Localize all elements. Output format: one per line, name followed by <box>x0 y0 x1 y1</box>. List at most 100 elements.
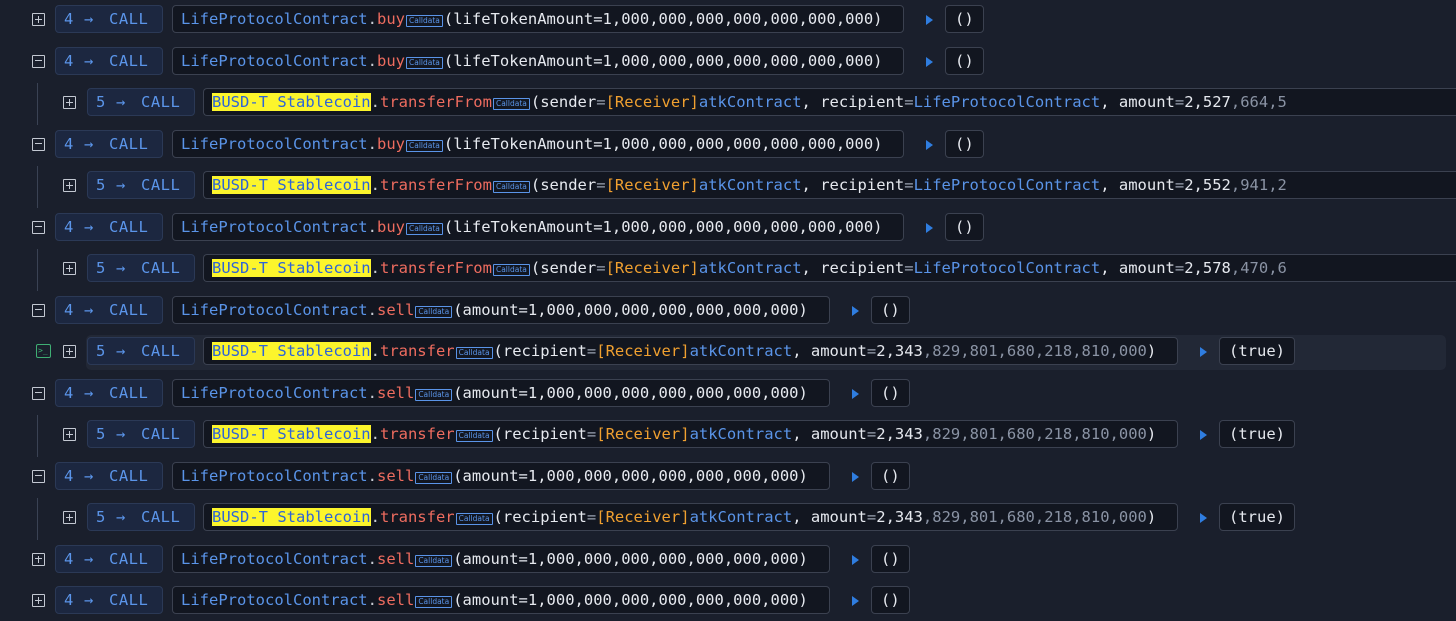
contract-name[interactable]: LifeProtocolContract <box>181 218 368 236</box>
call-signature[interactable]: BUSD-T Stablecoin.transfer Calldata (recip… <box>203 420 1178 448</box>
method-name[interactable]: buy <box>377 10 405 28</box>
address-name[interactable]: LifeProtocolContract <box>914 176 1101 194</box>
minus-square-icon[interactable] <box>32 220 45 234</box>
trace-row-internal-call[interactable]: 5 → CALL BUSD-T Stablecoin.transferFrom Call… <box>0 166 1456 208</box>
trace-row-call[interactable]: 4 → CALL LifeProtocolContract.sell Calldata(… <box>0 291 1456 333</box>
address-name[interactable]: atkContract <box>699 93 802 111</box>
call-signature[interactable]: LifeProtocolContract.buy Calldata (lifeTok… <box>172 5 904 33</box>
method-name[interactable]: sell <box>377 550 414 568</box>
contract-name[interactable]: LifeProtocolContract <box>181 301 368 319</box>
contract-name[interactable]: BUSD-T Stablecoin <box>212 425 371 443</box>
method-name[interactable]: buy <box>377 135 405 153</box>
calldata-badge-icon[interactable]: Calldata <box>405 139 443 152</box>
trace-row-internal-call[interactable]: 5 → CALL BUSD-T Stablecoin.transferFrom Call… <box>0 249 1456 291</box>
minus-square-icon[interactable] <box>32 303 45 317</box>
return-value[interactable]: () <box>871 295 910 324</box>
return-value[interactable]: (true) <box>1219 337 1295 365</box>
contract-name[interactable]: BUSD-T Stablecoin <box>212 259 371 277</box>
address-name[interactable]: atkContract <box>690 425 793 443</box>
call-signature[interactable]: LifeProtocolContract.sell Calldata (amount… <box>172 586 830 614</box>
calldata-badge-icon[interactable]: Calldata <box>415 554 453 567</box>
calldata-badge-icon[interactable]: Calldata <box>455 347 493 359</box>
trace-row-call[interactable]: 4 → CALL LifeProtocolContract.sell Calldata(… <box>0 374 1456 416</box>
plus-square-icon[interactable] <box>32 552 45 566</box>
calldata-badge-icon[interactable]: Calldata <box>415 471 453 484</box>
contract-name[interactable]: BUSD-T Stablecoin <box>212 176 371 194</box>
contract-name[interactable]: BUSD-T Stablecoin <box>212 93 371 111</box>
caret-right-icon[interactable] <box>926 56 933 67</box>
return-value[interactable]: () <box>945 212 984 241</box>
trace-row-internal-call[interactable]: 5 → CALL BUSD-T Stablecoin.transfer Calldata… <box>0 498 1456 540</box>
caret-right-icon[interactable] <box>852 554 859 565</box>
trace-row-call[interactable]: 4 → CALL LifeProtocolContract.buy Calldata (l… <box>0 0 1456 42</box>
call-signature[interactable]: LifeProtocolContract.buy Calldata (lifeTok… <box>172 46 904 75</box>
trace-row-call[interactable]: 4 → CALL LifeProtocolContract.buy Calldata (l… <box>0 42 1456 84</box>
return-value[interactable]: () <box>871 378 910 407</box>
contract-name[interactable]: LifeProtocolContract <box>181 135 368 153</box>
method-name[interactable]: buy <box>377 52 405 70</box>
return-value[interactable]: () <box>945 5 984 33</box>
address-name[interactable]: LifeProtocolContract <box>914 259 1101 277</box>
trace-row-call[interactable]: 4 → CALL LifeProtocolContract.buy Calldata (l… <box>0 125 1456 167</box>
calldata-badge-icon[interactable]: Calldata <box>415 305 453 318</box>
console-icon[interactable]: >_ <box>36 344 51 358</box>
calldata-badge-icon[interactable]: Calldata <box>492 181 530 193</box>
method-name[interactable]: transfer <box>380 342 455 360</box>
plus-square-icon[interactable] <box>63 428 76 441</box>
trace-row-internal-call[interactable]: 5 → CALL BUSD-T Stablecoin.transfer Calldata… <box>0 415 1456 457</box>
trace-row-internal-call[interactable]: >_ 5 → CALL BUSD-T Stablecoin.transfer Callda… <box>0 332 1456 374</box>
caret-right-icon[interactable] <box>926 222 933 233</box>
caret-right-icon[interactable] <box>926 15 933 25</box>
calldata-badge-icon[interactable]: Calldata <box>492 98 530 110</box>
method-name[interactable]: sell <box>377 384 414 402</box>
contract-name[interactable]: LifeProtocolContract <box>181 591 368 609</box>
plus-square-icon[interactable] <box>32 594 45 607</box>
plus-square-icon[interactable] <box>32 13 45 26</box>
calldata-badge-icon[interactable]: Calldata <box>455 513 493 525</box>
address-name[interactable]: atkContract <box>699 176 802 194</box>
return-value[interactable]: () <box>871 586 910 614</box>
caret-right-icon[interactable] <box>1200 347 1207 357</box>
method-name[interactable]: sell <box>377 301 414 319</box>
caret-right-icon[interactable] <box>852 596 859 606</box>
plus-square-icon[interactable] <box>63 179 76 192</box>
caret-right-icon[interactable] <box>852 305 859 316</box>
trace-row-call[interactable]: 4 → CALL LifeProtocolContract.sell Calldata(… <box>0 581 1456 621</box>
contract-name[interactable]: LifeProtocolContract <box>181 550 368 568</box>
call-signature[interactable]: BUSD-T Stablecoin.transferFrom Calldata (s… <box>203 88 1456 116</box>
contract-name[interactable]: BUSD-T Stablecoin <box>212 342 371 360</box>
calldata-badge-icon[interactable]: Calldata <box>405 56 443 69</box>
contract-name[interactable]: LifeProtocolContract <box>181 52 368 70</box>
return-value[interactable]: () <box>871 461 910 490</box>
method-name[interactable]: transfer <box>380 508 455 526</box>
call-signature[interactable]: BUSD-T Stablecoin.transfer Calldata (recip… <box>203 503 1178 531</box>
contract-name[interactable]: LifeProtocolContract <box>181 10 368 28</box>
trace-row-call[interactable]: 4 → CALL LifeProtocolContract.buy Calldata (l… <box>0 208 1456 250</box>
return-value[interactable]: () <box>945 46 984 75</box>
minus-square-icon[interactable] <box>32 137 45 151</box>
address-name[interactable]: atkContract <box>690 342 793 360</box>
call-signature[interactable]: LifeProtocolContract.buy Calldata (lifeTok… <box>172 212 904 241</box>
call-signature[interactable]: LifeProtocolContract.sell Calldata (amount… <box>172 295 830 324</box>
call-signature[interactable]: BUSD-T Stablecoin.transferFrom Calldata (s… <box>203 171 1456 199</box>
calldata-badge-icon[interactable]: Calldata <box>455 430 493 442</box>
caret-right-icon[interactable] <box>1200 513 1207 523</box>
method-name[interactable]: sell <box>377 591 414 609</box>
method-name[interactable]: transfer <box>380 425 455 443</box>
calldata-badge-icon[interactable]: Calldata <box>405 222 443 235</box>
caret-right-icon[interactable] <box>1200 430 1207 440</box>
call-signature[interactable]: LifeProtocolContract.buy Calldata (lifeTok… <box>172 129 904 158</box>
call-signature[interactable]: BUSD-T Stablecoin.transferFrom Calldata (s… <box>203 254 1456 282</box>
minus-square-icon[interactable] <box>32 469 45 483</box>
return-value[interactable]: () <box>871 544 910 573</box>
call-signature[interactable]: LifeProtocolContract.sell Calldata (amount… <box>172 378 830 407</box>
caret-right-icon[interactable] <box>852 388 859 399</box>
return-value[interactable]: () <box>945 129 984 158</box>
calldata-badge-icon[interactable]: Calldata <box>492 264 530 276</box>
method-name[interactable]: sell <box>377 467 414 485</box>
address-name[interactable]: LifeProtocolContract <box>914 93 1101 111</box>
call-signature[interactable]: LifeProtocolContract.sell Calldata (amount… <box>172 461 830 490</box>
plus-square-icon[interactable] <box>63 511 76 524</box>
contract-name[interactable]: BUSD-T Stablecoin <box>212 508 371 526</box>
calldata-badge-icon[interactable]: Calldata <box>415 388 453 401</box>
